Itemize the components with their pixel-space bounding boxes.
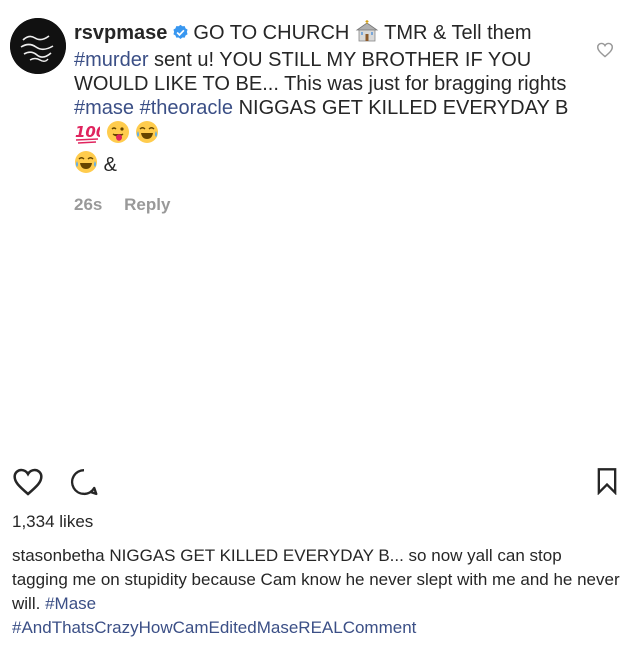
tears-of-joy-emoji-icon — [74, 150, 98, 180]
comment-body: rsvpmase GO TO CHURCH TMR & Tell them #mu… — [74, 20, 574, 217]
hashtag-theoracle-link[interactable]: #theoracle — [140, 97, 233, 119]
comment-text-2a: TMR & Tell them — [384, 22, 532, 44]
hashtag-murder-link[interactable]: #murder — [74, 49, 148, 71]
hashtag-andthatscrazy-link[interactable]: #AndThatsCrazyHowCamEditedMaseREALCommen… — [12, 618, 416, 637]
comment-item: rsvpmase GO TO CHURCH TMR & Tell them #mu… — [10, 18, 630, 218]
hundred-points-emoji-icon: 100 — [74, 122, 106, 150]
comment-text-5: & — [103, 154, 117, 176]
comment-heart-icon[interactable] — [596, 42, 614, 63]
comment-meta: 26s Reply — [74, 193, 574, 217]
church-emoji-icon — [355, 20, 379, 48]
comment-text-1: GO TO CHURCH — [193, 22, 350, 44]
tears-of-joy-emoji-icon — [135, 120, 159, 150]
avatar[interactable] — [10, 18, 66, 74]
likes-count[interactable]: 1,334 likes — [12, 512, 93, 532]
reply-button[interactable]: Reply — [124, 195, 170, 214]
heart-outline-icon[interactable] — [12, 467, 44, 502]
comment-timestamp: 26s — [74, 195, 103, 214]
bookmark-outline-icon[interactable] — [596, 467, 618, 500]
verified-badge-icon — [172, 23, 189, 47]
winking-face-tongue-emoji-icon — [106, 120, 130, 150]
post-caption: stasonbetha NIGGAS GET KILLED EVERYDAY B… — [12, 544, 622, 640]
hashtag-mase-link[interactable]: #mase — [74, 97, 134, 119]
comment-text-4: NIGGAS GET KILLED EVERYDAY B — [238, 97, 569, 119]
comment-bubble-icon[interactable] — [68, 467, 100, 502]
comment-text-3: sent u! YOU STILL MY BROTHER IF YOU WOUL… — [74, 49, 567, 95]
post-actions-bar — [12, 467, 618, 499]
hashtag-mase-caption-link[interactable]: #Mase — [45, 594, 96, 613]
caption-username[interactable]: stasonbetha — [12, 546, 105, 565]
comment-username[interactable]: rsvpmase — [74, 22, 167, 44]
